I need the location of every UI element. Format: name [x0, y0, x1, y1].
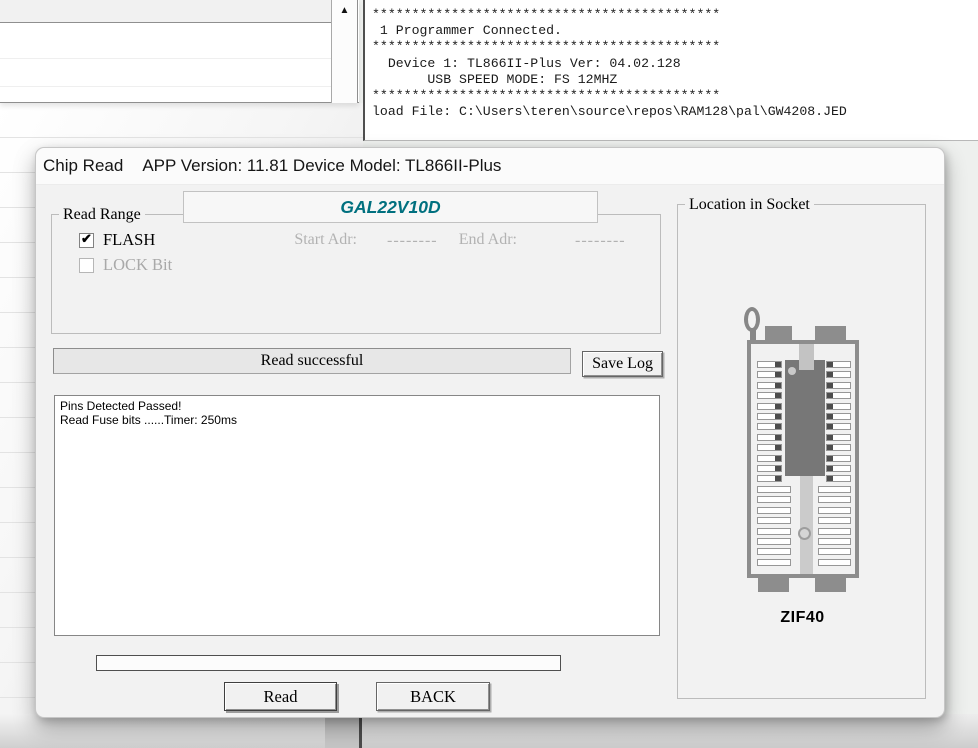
console-line: ****************************************… — [372, 7, 978, 23]
pin-slot — [757, 423, 782, 430]
bottom-panel-column — [325, 714, 359, 748]
socket-bottom-tab-left — [758, 576, 789, 592]
save-log-button[interactable]: Save Log — [582, 351, 663, 377]
pin-slot — [818, 496, 851, 503]
location-in-socket-label: Location in Socket — [685, 195, 814, 214]
dialog-titlebar: Chip Read APP Version: 11.81 Device Mode… — [36, 148, 944, 185]
device-list-header — [0, 0, 331, 23]
zif-lever-icon — [744, 307, 760, 332]
console-line: ****************************************… — [372, 39, 978, 55]
pin-slot — [757, 455, 782, 462]
end-adr-value: -------- — [575, 232, 626, 250]
console-line: Device 1: TL866II-Plus Ver: 04.02.128 — [372, 56, 978, 72]
back-button[interactable]: BACK — [376, 682, 490, 711]
flash-checkbox[interactable]: ✔ — [79, 233, 94, 248]
pin-slot — [826, 465, 851, 472]
pin-slot — [818, 517, 851, 524]
pin-slot — [826, 423, 851, 430]
device-list-scrollbar[interactable]: ▲ — [331, 0, 358, 103]
console-line: load File: C:\Users\teren\source\repos\R… — [372, 104, 978, 120]
bottom-panel-left — [0, 714, 325, 748]
dialog-subtitle: APP Version: 11.81 Device Model: TL866II… — [142, 156, 501, 176]
pin-slot — [757, 475, 782, 482]
pin-slot — [757, 465, 782, 472]
chip-name-label: GAL22V10D — [340, 197, 440, 218]
pin-slot — [757, 486, 791, 493]
chip-read-dialog: Chip Read APP Version: 11.81 Device Mode… — [35, 147, 945, 718]
status-message: Read successful — [261, 352, 364, 369]
read-range-group: Read Range ✔ FLASH LOCK Bit Start Adr: -… — [51, 214, 661, 334]
pin-slot — [757, 507, 791, 514]
pin-slot — [826, 455, 851, 462]
pin-slot — [826, 444, 851, 451]
pin-slot — [818, 528, 851, 535]
socket-name: ZIF40 — [678, 609, 927, 627]
socket-screw-icon — [798, 527, 811, 540]
pin-slot — [757, 496, 791, 503]
console-output: ****************************************… — [363, 0, 978, 141]
device-list-rows — [0, 24, 331, 102]
pin-slot — [818, 507, 851, 514]
status-bar: Read successful — [53, 348, 571, 374]
pin-slot — [818, 548, 851, 555]
console-line: ****************************************… — [372, 88, 978, 104]
check-icon: ✔ — [81, 231, 92, 247]
pin-slot — [757, 371, 782, 378]
pin-slot — [818, 538, 851, 545]
pin-slot — [757, 517, 791, 524]
lock-checkbox-row: LOCK Bit — [79, 255, 172, 275]
pin-slot — [826, 475, 851, 482]
pin-slot — [757, 528, 791, 535]
scroll-up-button[interactable]: ▲ — [332, 2, 357, 20]
pin-slot — [826, 392, 851, 399]
pin-slot — [818, 559, 851, 566]
pin-slot — [757, 392, 782, 399]
pin-slot — [757, 413, 782, 420]
pin-slot — [757, 444, 782, 451]
start-adr-label: Start Adr: — [257, 231, 357, 249]
pin-slot — [826, 403, 851, 410]
flash-label: FLASH — [103, 230, 155, 250]
lock-checkbox — [79, 258, 94, 273]
pin-slot — [826, 434, 851, 441]
pin-slot — [757, 403, 782, 410]
bottom-panel-right — [362, 714, 978, 748]
bottom-panel — [0, 714, 978, 748]
device-list: ▲ — [0, 0, 359, 103]
scroll-up-icon: ▲ — [340, 5, 350, 16]
flash-checkbox-row[interactable]: ✔ FLASH — [79, 230, 155, 250]
socket-top-tab-left — [765, 326, 792, 341]
pin-slot — [826, 361, 851, 368]
socket-top-tab-right — [815, 326, 846, 341]
pin-slot — [826, 382, 851, 389]
app-window: ▲ **************************************… — [0, 0, 978, 748]
dialog-title: Chip Read — [43, 156, 123, 176]
socket-slider-handle — [799, 344, 814, 370]
location-in-socket-group: Location in Socket ZIF40 — [677, 204, 926, 699]
chip-graphic — [785, 360, 825, 476]
read-range-label: Read Range — [59, 205, 145, 224]
pin-slot — [757, 548, 791, 555]
lock-label: LOCK Bit — [103, 255, 172, 275]
end-adr-label: End Adr: — [417, 231, 517, 249]
pin-slot — [818, 486, 851, 493]
pin-slot — [757, 434, 782, 441]
socket-bottom-tab-right — [815, 576, 846, 592]
pin-slot — [757, 538, 791, 545]
read-button[interactable]: Read — [224, 682, 337, 711]
log-line: Read Fuse bits ......Timer: 250ms — [60, 413, 654, 427]
pin1-dot — [788, 367, 796, 375]
log-line: Pins Detected Passed! — [60, 399, 654, 413]
console-line: USB SPEED MODE: FS 12MHZ — [372, 72, 978, 88]
chip-name-tab: GAL22V10D — [183, 191, 598, 223]
log-output[interactable]: Pins Detected Passed!Read Fuse bits ....… — [54, 395, 660, 636]
pin-slot — [757, 559, 791, 566]
console-line: 1 Programmer Connected. — [372, 23, 978, 39]
pin-slot — [757, 382, 782, 389]
progress-bar — [96, 655, 561, 671]
pin-slot — [826, 371, 851, 378]
pin-slot — [826, 413, 851, 420]
pin-slot — [757, 361, 782, 368]
